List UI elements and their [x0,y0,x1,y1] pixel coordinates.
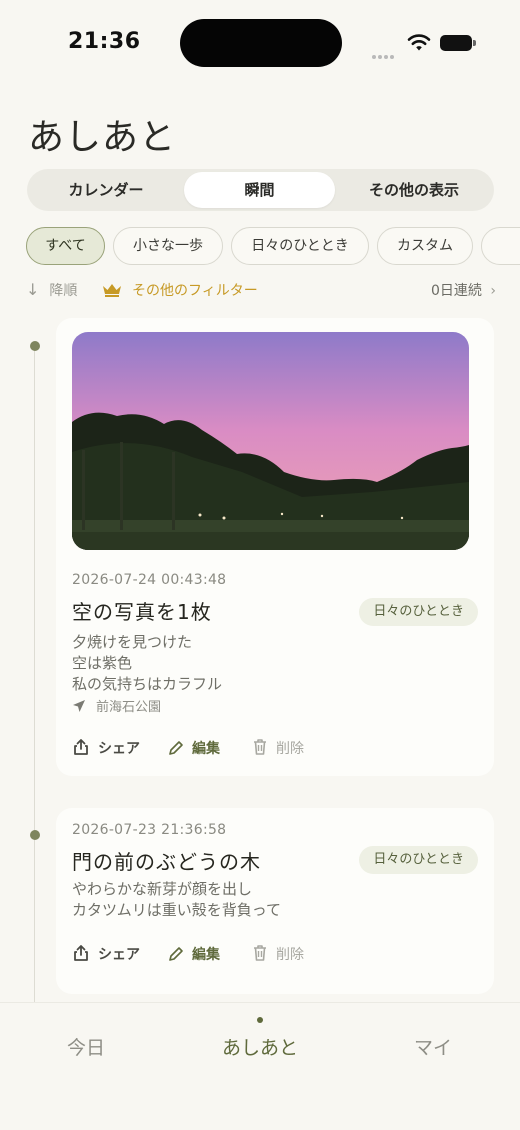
filter-chips: すべて 小さな一歩 日々のひととき カスタム [26,227,520,267]
edit-button[interactable]: 編集 [168,943,220,967]
segment-calendar[interactable]: カレンダー [31,172,181,208]
tab-my[interactable]: マイ [414,1033,452,1060]
timeline-line [34,346,35,1004]
filter-chip-custom[interactable]: カスタム [377,227,473,265]
cellular-signal-icon [372,44,398,59]
moment-photo[interactable] [72,332,469,550]
streak-button[interactable]: 0日連続 › [431,280,496,300]
segment-other-views[interactable]: その他の表示 [338,172,490,208]
moment-actions: シェア 編集 削除 [72,943,472,967]
delete-button[interactable]: 削除 [252,943,304,967]
moment-text-line: 空は紫色 [72,654,133,672]
moment-text-line: 私の気持ちはカラフル [72,675,223,693]
category-tag[interactable]: 日々のひととき [359,846,478,874]
sort-filter-row: ↓ 降順 その他のフィルター 0日連続 › [26,280,496,302]
streak-label: 0日連続 [431,283,482,299]
moment-actions: シェア 編集 削除 [72,737,472,761]
moment-timestamp: 2026-07-23 21:36:58 [72,822,227,838]
timeline-dot [30,341,40,351]
timeline-dot [30,830,40,840]
status-bar: 21:36 [0,0,520,86]
location-label: 前海石公園 [96,700,162,715]
page-title: あしあと [28,117,177,158]
edit-label: 編集 [192,947,220,963]
view-segmented-control: カレンダー 瞬間 その他の表示 [27,169,494,211]
share-label: シェア [98,741,140,757]
more-filters-button[interactable]: その他のフィルター [102,280,258,300]
moment-location: 前海石公園 [72,696,161,715]
edit-label: 編集 [192,741,220,757]
active-tab-indicator [257,1017,263,1023]
trash-icon [254,739,266,755]
dynamic-island [180,19,342,67]
pencil-icon [169,741,183,755]
arrow-down-icon: ↓ [26,280,40,299]
filter-chip-more[interactable] [481,227,520,265]
share-label: シェア [98,947,140,963]
share-button[interactable]: シェア [72,943,140,967]
sort-order-button[interactable]: ↓ 降順 [26,280,77,300]
bottom-tab-bar: 今日 あしあと マイ [0,1002,520,1130]
share-icon [74,739,88,755]
delete-label: 削除 [276,947,304,963]
filter-chip-all[interactable]: すべて [26,227,105,265]
trash-icon [254,945,266,961]
delete-button[interactable]: 削除 [252,737,304,761]
share-button[interactable]: シェア [72,737,140,761]
sort-label: 降順 [49,283,78,299]
moment-timestamp: 2026-07-24 00:43:48 [72,572,227,588]
moment-card[interactable]: 2026-07-24 00:43:48 空の写真を1枚 日々のひととき 夕焼けを… [56,318,494,776]
moment-title: 門の前のぶどうの木 [72,850,261,874]
sunset-photo-image [72,332,469,550]
tab-today[interactable]: 今日 [67,1033,105,1060]
edit-button[interactable]: 編集 [168,737,220,761]
moment-text-line: やわらかな新芽が顔を出し [72,880,253,898]
delete-label: 削除 [276,741,304,757]
tab-footprints[interactable]: あしあと [222,1033,298,1060]
chevron-right-icon: › [490,283,496,299]
segment-moments[interactable]: 瞬間 [184,172,335,208]
crown-icon [103,284,121,297]
moment-text-line: 夕焼けを見つけた [72,633,193,651]
moment-card[interactable]: 2026-07-23 21:36:58 門の前のぶどうの木 日々のひととき やわ… [56,808,494,994]
location-arrow-icon [73,700,85,712]
filter-chip-daily-moments[interactable]: 日々のひととき [231,227,369,265]
share-icon [74,945,88,961]
moment-text-line: カタツムリは重い殻を背負って [72,901,281,919]
status-time: 21:36 [68,29,141,54]
category-tag[interactable]: 日々のひととき [359,598,478,626]
wifi-icon [407,34,431,51]
more-filters-label: その他のフィルター [132,283,258,299]
battery-icon [440,35,476,51]
moment-title: 空の写真を1枚 [72,600,212,624]
filter-chip-small-step[interactable]: 小さな一歩 [113,227,223,265]
pencil-icon [169,947,183,961]
